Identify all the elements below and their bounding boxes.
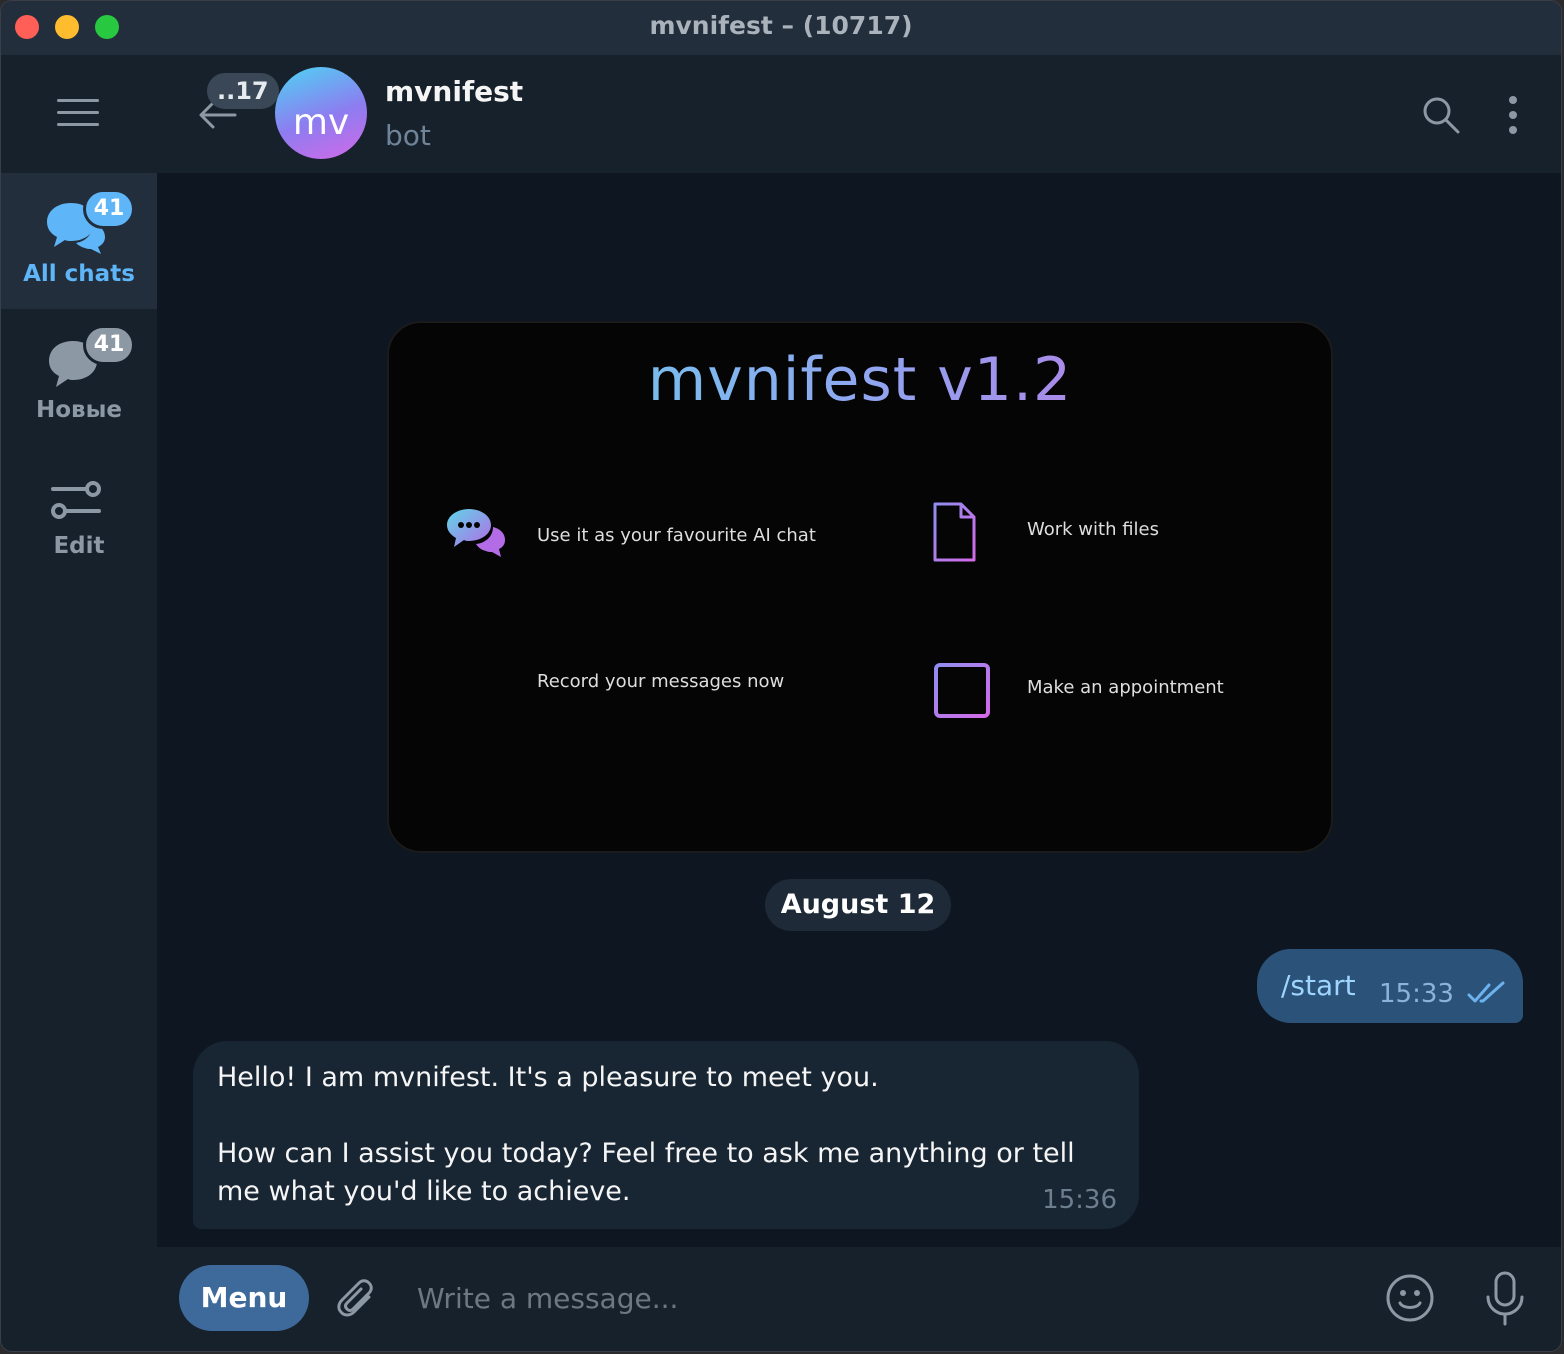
sliders-icon: [51, 481, 101, 519]
folder-novye[interactable]: 41 Новые: [1, 309, 157, 445]
hamburger-icon: [57, 99, 99, 135]
bot-banner-image[interactable]: mvnifest v1.2 Use it as your favourite A…: [387, 321, 1333, 853]
message-composer: Menu: [157, 1247, 1561, 1351]
folder-rail: 41 All chats 41 Новые Edit: [1, 55, 157, 1351]
feature-text: Work with files: [1027, 519, 1160, 540]
title-bar: mvnifest – (10717): [1, 1, 1561, 56]
more-vertical-icon[interactable]: [1503, 95, 1523, 135]
telegram-window: mvnifest – (10717) 41 All chats 41 Новые: [0, 0, 1562, 1352]
folder-edit[interactable]: Edit: [1, 445, 157, 581]
incoming-message[interactable]: Hello! I am mvnifest. It's a pleasure to…: [193, 1041, 1139, 1229]
message-text[interactable]: Hello! I am mvnifest. It's a pleasure to…: [217, 1059, 1097, 1211]
bot-menu-button[interactable]: Menu: [179, 1265, 309, 1331]
double-check-icon: [1467, 981, 1505, 1003]
avatar[interactable]: mv: [275, 67, 367, 159]
calendar-icon: [934, 659, 990, 718]
chat-bubbles-icon: [447, 509, 505, 557]
main-menu-button[interactable]: [1, 55, 157, 173]
folder-all-chats[interactable]: 41 All chats: [1, 173, 157, 309]
message-time: 15:33: [1379, 979, 1454, 1009]
folder-label: All chats: [23, 261, 135, 287]
search-icon[interactable]: [1421, 95, 1461, 135]
microphone-icon[interactable]: [1483, 1271, 1527, 1327]
feature-text: Record your messages now: [537, 671, 785, 692]
feature-text: Use it as your favourite AI chat: [537, 525, 816, 546]
outgoing-message[interactable]: /start 15:33: [1257, 949, 1523, 1023]
emoji-icon[interactable]: [1385, 1273, 1435, 1323]
message-list[interactable]: mvnifest v1.2 Use it as your favourite A…: [157, 173, 1561, 1247]
sound-wave-icon: [449, 649, 507, 709]
feature-text: Make an appointment: [1027, 677, 1224, 698]
unread-badge: 41: [83, 325, 135, 365]
banner-title: mvnifest v1.2: [389, 345, 1331, 415]
folder-label: Новые: [35, 397, 122, 423]
message-text[interactable]: /start: [1281, 969, 1356, 1002]
document-icon: [933, 502, 976, 562]
date-separator: August 12: [765, 879, 951, 931]
message-input[interactable]: [415, 1269, 1319, 1327]
unread-badge: 41: [83, 189, 135, 229]
chat-title[interactable]: mvnifest: [385, 75, 523, 108]
message-time: 15:36: [1042, 1185, 1117, 1215]
chat-status: bot: [385, 119, 431, 152]
unread-count-badge: ..17: [207, 73, 279, 109]
paperclip-icon[interactable]: [335, 1277, 381, 1323]
folder-label: Edit: [53, 533, 105, 559]
chat-header: ..17 mv mvnifest bot: [157, 55, 1561, 173]
window-title: mvnifest – (10717): [649, 11, 913, 40]
